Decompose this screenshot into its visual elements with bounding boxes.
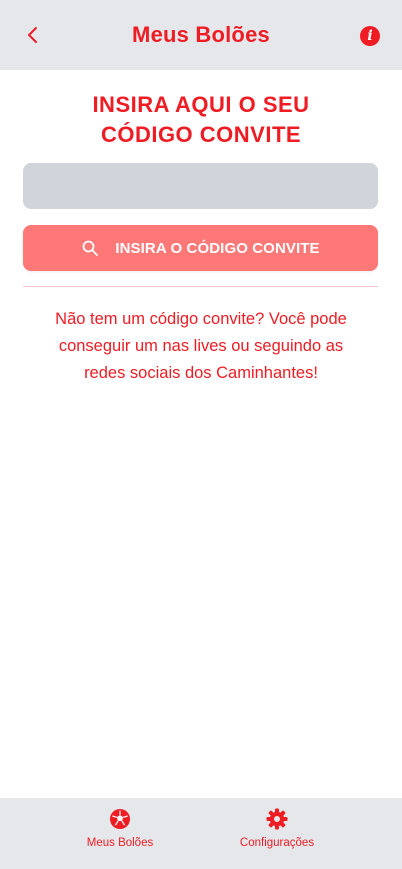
help-text-line-2: conseguir um nas lives ou seguindo as	[58, 337, 344, 355]
soccer-ball-icon	[109, 808, 131, 830]
gear-icon	[266, 808, 288, 830]
search-icon	[81, 239, 99, 257]
app-header: Meus Bolões i	[0, 0, 402, 70]
nav-label-meus-boloes: Meus Bolões	[86, 837, 154, 849]
info-icon[interactable]: i	[367, 29, 372, 43]
submit-code-button[interactable]: INSIRA O CÓDIGO CONVITE	[23, 225, 378, 271]
nav-label-configuracoes: Configurações	[239, 837, 315, 849]
page-title-line-1: INSIRA AQUI O SEU	[92, 92, 310, 117]
chevron-left-icon[interactable]	[26, 26, 40, 44]
invite-code-input[interactable]	[23, 163, 378, 209]
page-title: INSIRA AQUI O SEU CÓDIGO CONVITE	[0, 90, 402, 150]
header-title: Meus Bolões	[132, 22, 270, 47]
help-text-line-1: Não tem um código convite? Você pode	[55, 310, 347, 328]
bottom-nav: Meus Bolões Configurações	[0, 798, 402, 869]
info-button[interactable]: i	[360, 26, 380, 46]
nav-item-configuracoes[interactable]: Configurações	[217, 808, 337, 849]
help-text-line-3: redes sociais dos Caminhantes!	[84, 364, 318, 382]
page-title-line-2: CÓDIGO CONVITE	[100, 122, 302, 147]
submit-code-label: INSIRA O CÓDIGO CONVITE	[115, 239, 320, 257]
help-text: Não tem um código convite? Você pode con…	[30, 306, 372, 387]
back-button[interactable]	[20, 22, 46, 48]
divider	[23, 286, 378, 287]
nav-item-meus-boloes[interactable]: Meus Bolões	[60, 808, 180, 849]
